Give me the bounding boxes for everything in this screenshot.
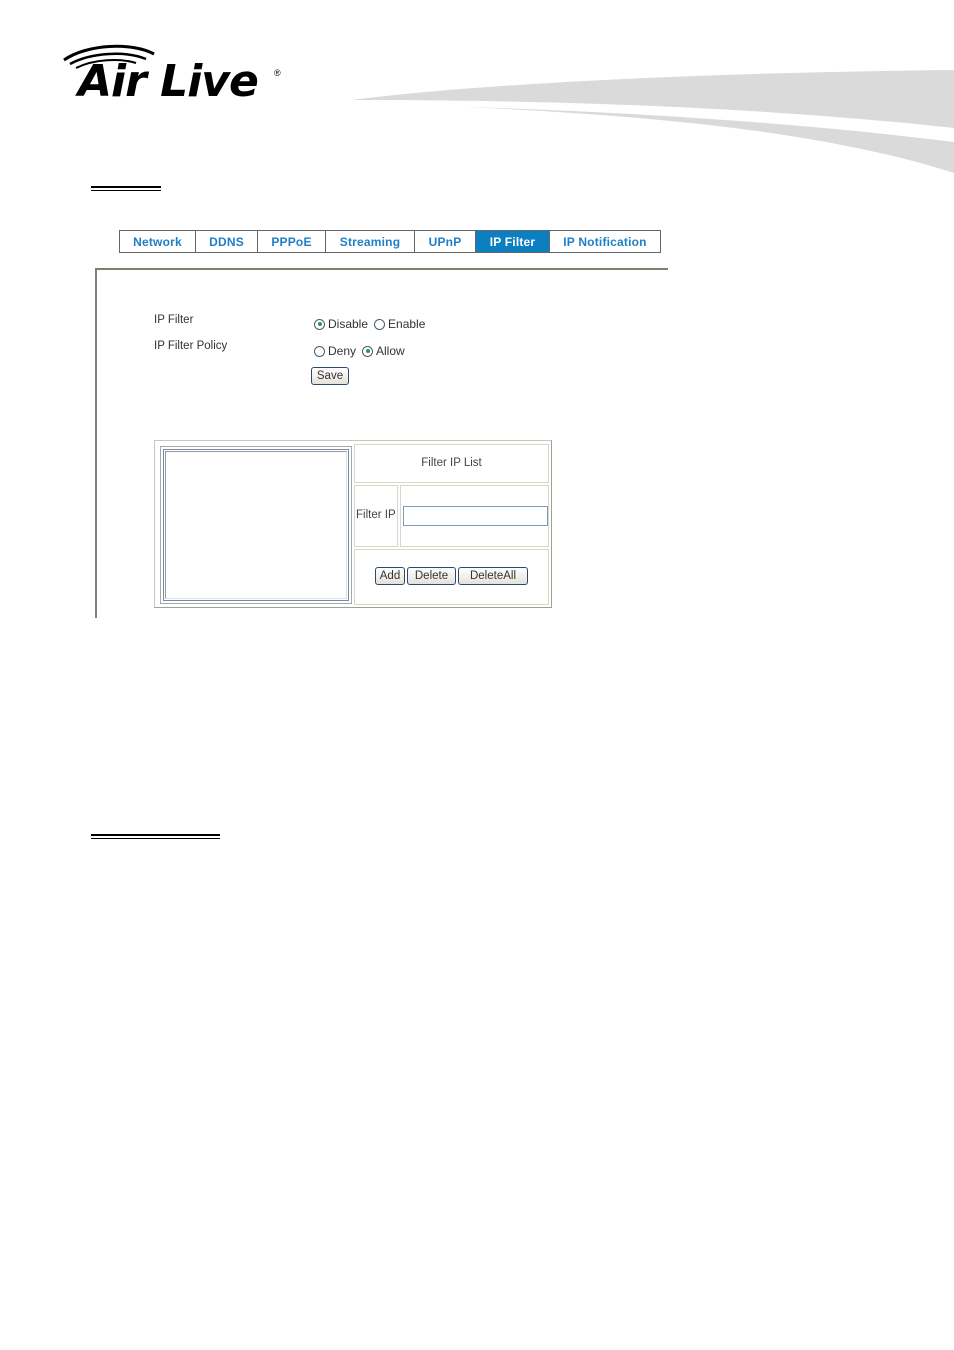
filter-ip-label-cell: Filter IP <box>354 485 398 547</box>
filter-ip-list-header-cell: Filter IP List <box>354 444 549 483</box>
header-swoosh-decoration <box>352 70 954 173</box>
radio-enable-label[interactable]: Enable <box>388 317 425 331</box>
delete-all-button[interactable]: DeleteAll <box>458 567 528 585</box>
ip-filter-label: IP Filter <box>154 314 194 326</box>
save-button[interactable]: Save <box>311 367 349 385</box>
tab-ip-notification[interactable]: IP Notification <box>550 231 660 252</box>
radio-deny[interactable] <box>314 345 325 357</box>
filter-ip-label: Filter IP <box>356 509 396 521</box>
filter-ip-listbox[interactable] <box>160 446 352 604</box>
settings-tab-bar: Network DDNS PPPoE Streaming UPnP IP Fil… <box>119 230 661 253</box>
logo-text: Air Live <box>78 56 259 107</box>
ip-filter-policy-label: IP Filter Policy <box>154 340 228 352</box>
tab-network[interactable]: Network <box>120 231 196 252</box>
radio-disable[interactable] <box>314 318 325 330</box>
airlive-logo: Air Live ® <box>62 42 287 106</box>
radio-deny-label[interactable]: Deny <box>328 344 356 358</box>
tab-pppoe[interactable]: PPPoE <box>258 231 326 252</box>
radio-allow[interactable] <box>362 345 374 357</box>
tab-ddns[interactable]: DDNS <box>196 231 258 252</box>
tab-ip-filter[interactable]: IP Filter <box>476 231 550 252</box>
add-button[interactable]: Add <box>375 567 405 585</box>
ip-filter-policy-radio-group: Deny Allow <box>314 344 411 358</box>
tab-upnp[interactable]: UPnP <box>415 231 476 252</box>
section-heading-underline <box>91 834 220 839</box>
radio-disable-label[interactable]: Disable <box>328 317 368 331</box>
radio-allow-label[interactable]: Allow <box>376 344 405 358</box>
section-heading-underline <box>91 186 161 191</box>
tab-streaming[interactable]: Streaming <box>326 231 415 252</box>
delete-button[interactable]: Delete <box>407 567 456 585</box>
filter-ip-input[interactable] <box>403 506 548 526</box>
registered-mark: ® <box>274 68 281 78</box>
ip-filter-radio-group: Disable Enable <box>314 317 431 331</box>
filter-ip-list-header: Filter IP List <box>421 457 482 469</box>
radio-enable[interactable] <box>374 318 386 330</box>
